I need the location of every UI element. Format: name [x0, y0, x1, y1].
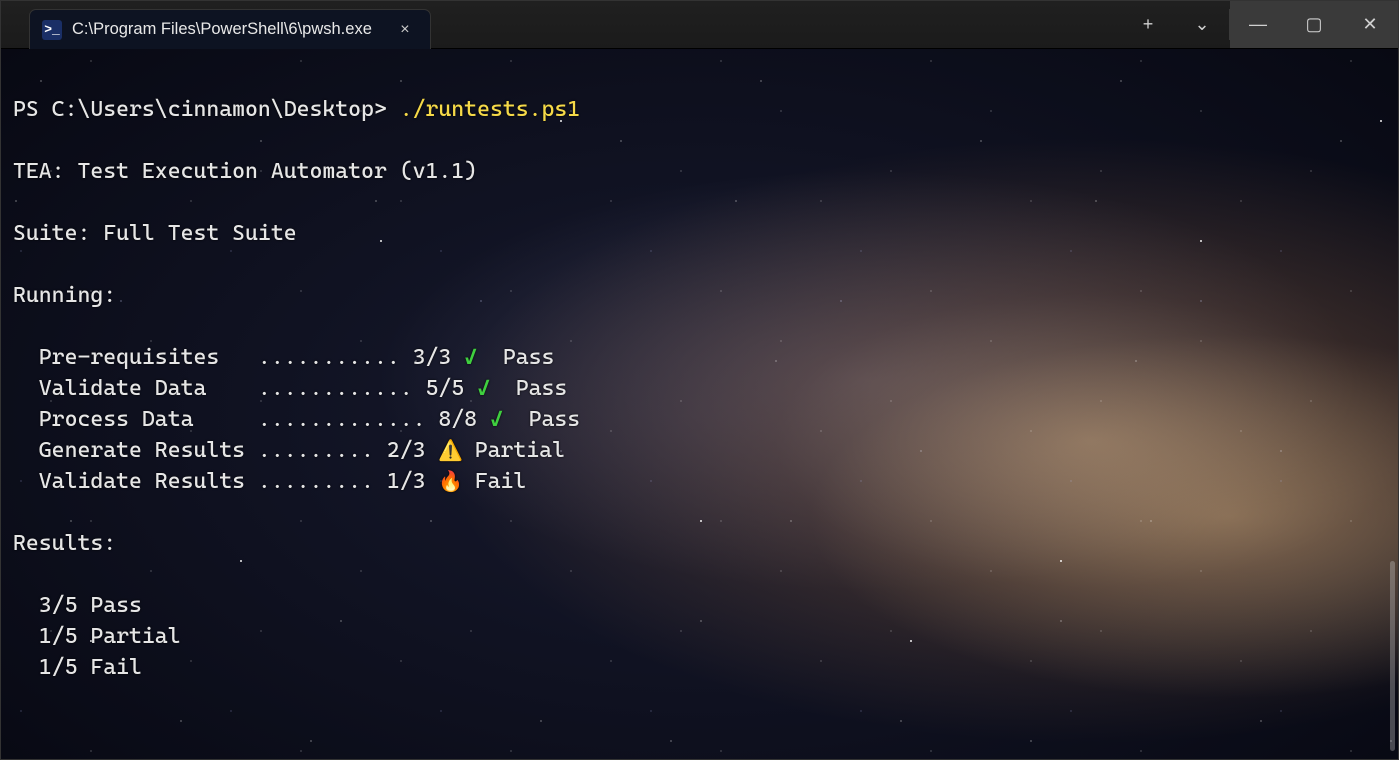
result-line: 1/5 Partial	[13, 621, 1388, 652]
check-icon: ✓	[490, 404, 516, 435]
powershell-icon: >_	[42, 20, 62, 40]
check-icon: ✓	[477, 373, 503, 404]
terminal-window: >_ C:\Program Files\PowerShell\6\pwsh.ex…	[0, 0, 1399, 760]
test-status: Pass	[516, 407, 580, 432]
scrollbar-thumb[interactable]	[1390, 561, 1395, 751]
new-tab-button[interactable]: +	[1121, 1, 1175, 48]
test-name: Pre-requisites	[39, 345, 258, 370]
tab-dropdown-button[interactable]: ⌄	[1175, 1, 1229, 48]
tab-active[interactable]: >_ C:\Program Files\PowerShell\6\pwsh.ex…	[29, 9, 431, 49]
output-line: Running:	[13, 280, 1388, 311]
dots: ............	[258, 376, 426, 401]
tab-close-button[interactable]: ×	[396, 21, 414, 39]
test-status: Pass	[490, 345, 554, 370]
dots: .............	[258, 407, 438, 432]
test-score: 2/3	[387, 438, 439, 463]
window-caption-buttons: — ▢ ✕	[1230, 1, 1398, 48]
warning-icon: ⚠️	[438, 435, 461, 466]
test-score: 1/3	[387, 469, 439, 494]
tab-title: C:\Program Files\PowerShell\6\pwsh.exe	[72, 20, 372, 39]
prompt-line: PS C:\Users\cinnamon\Desktop> ./runtests…	[13, 94, 1388, 125]
terminal-body[interactable]: PS C:\Users\cinnamon\Desktop> ./runtests…	[1, 49, 1398, 760]
titlebar: >_ C:\Program Files\PowerShell\6\pwsh.ex…	[1, 1, 1398, 49]
test-row: Pre-requisites ........... 3/3 ✓ Pass	[13, 342, 1388, 373]
output-line: Suite: Full Test Suite	[13, 218, 1388, 249]
test-row: Validate Results ......... 1/3 🔥 Fail	[13, 466, 1388, 497]
entered-command: ./runtests.ps1	[400, 97, 580, 122]
test-name: Process Data	[39, 407, 258, 432]
test-status: Pass	[503, 376, 567, 401]
dots: .........	[258, 469, 387, 494]
test-row: Generate Results ......... 2/3 ⚠️ Partia…	[13, 435, 1388, 466]
titlebar-controls: + ⌄ — ▢ ✕	[1121, 1, 1398, 48]
test-status: Partial	[462, 438, 565, 463]
maximize-button[interactable]: ▢	[1286, 1, 1342, 48]
fire-icon: 🔥	[438, 466, 461, 497]
output-line: Results:	[13, 528, 1388, 559]
test-score: 8/8	[438, 407, 490, 432]
minimize-button[interactable]: —	[1230, 1, 1286, 48]
test-name: Validate Data	[39, 376, 258, 401]
check-icon: ✓	[464, 342, 490, 373]
output-line: TEA: Test Execution Automator (v1.1)	[13, 156, 1388, 187]
test-name: Generate Results	[39, 438, 258, 463]
test-row: Process Data ............. 8/8 ✓ Pass	[13, 404, 1388, 435]
dots: ...........	[258, 345, 413, 370]
test-name: Validate Results	[39, 469, 258, 494]
result-line: 3/5 Pass	[13, 590, 1388, 621]
result-line: 1/5 Fail	[13, 652, 1388, 683]
test-score: 5/5	[426, 376, 478, 401]
test-row: Validate Data ............ 5/5 ✓ Pass	[13, 373, 1388, 404]
test-status: Fail	[462, 469, 526, 494]
prompt: PS C:\Users\cinnamon\Desktop>	[13, 97, 400, 122]
dots: .........	[258, 438, 387, 463]
test-score: 3/3	[413, 345, 465, 370]
blank-line	[13, 714, 1388, 745]
window-close-button[interactable]: ✕	[1342, 1, 1398, 48]
